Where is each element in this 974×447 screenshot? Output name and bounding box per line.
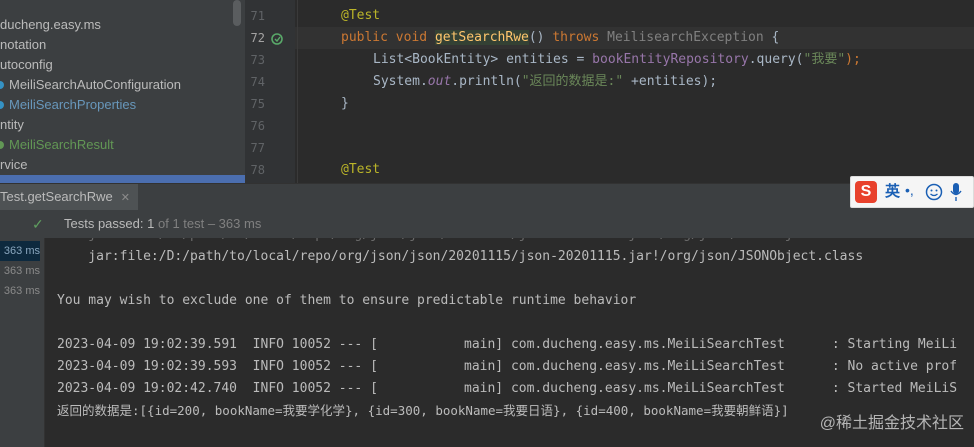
code-line-75: } <box>341 93 349 115</box>
tree-item-label: rvice <box>0 157 28 172</box>
editor-gutter: 71 72 73 74 75 76 77 78 <box>245 0 307 183</box>
tree-item-autoconfiguration[interactable]: MeiliSearchAutoConfiguration <box>0 75 181 95</box>
ime-language-toggle[interactable]: 英 <box>885 181 900 203</box>
code-line-71: @Test <box>341 5 380 27</box>
statement-end: ); <box>845 52 861 67</box>
console-line: 2023-04-09 19:02:39.591 INFO 10052 --- [… <box>57 337 958 352</box>
annotation-text: @Test <box>341 8 381 23</box>
class-icon <box>0 100 4 109</box>
tree-item-entity[interactable]: ntity <box>0 115 24 135</box>
test-status-text: Tests passed: 1 of 1 test – 363 ms <box>64 210 261 238</box>
test-status-bar: ✓ Tests passed: 1 of 1 test – 363 ms <box>0 210 974 239</box>
tree-item-annotation[interactable]: notation <box>0 35 46 55</box>
tree-item-label: MeiliSearchAutoConfiguration <box>9 77 181 92</box>
method-name[interactable]: getSearchRwe <box>434 30 529 45</box>
tree-item-service[interactable]: rvice <box>0 155 27 175</box>
run-test-icon[interactable] <box>271 32 285 46</box>
tree-item-selected[interactable] <box>0 175 245 183</box>
keyword-public: public <box>341 30 388 45</box>
system-class: System. <box>373 74 428 89</box>
annotation-text: @Test <box>341 162 381 177</box>
line-number: 77 <box>250 141 265 155</box>
type-name: List<BookEntity> <box>373 52 499 67</box>
line-number: 78 <box>250 163 265 177</box>
println-call: .println( <box>451 74 522 89</box>
microphone-icon[interactable] <box>949 182 963 202</box>
tree-item-properties[interactable]: MeiliSearchProperties <box>0 95 136 115</box>
line-number-current: 72 <box>250 31 265 45</box>
status-detail: of 1 test – 363 ms <box>157 216 262 231</box>
line-number: 75 <box>250 97 265 111</box>
ime-toolbar: S 英 •, <box>850 176 974 208</box>
string-literal: "我要" <box>803 52 846 67</box>
project-tree: ducheng.easy.ms notation utoconfig Meili… <box>0 0 245 183</box>
indent-guide <box>297 0 298 183</box>
emoji-icon[interactable] <box>925 183 943 201</box>
passed-count: 1 <box>147 216 155 231</box>
test-results-list: 363 ms 363 ms 363 ms <box>0 238 45 447</box>
punctuation-icon[interactable]: •, <box>905 179 914 201</box>
tree-scrollbar[interactable] <box>233 0 241 26</box>
string-literal: "返回的数据是:" <box>521 74 624 89</box>
code-line-73: List<BookEntity> entities = bookEntityRe… <box>373 49 861 71</box>
code-line-78: @Test <box>341 159 380 181</box>
console-line-clipped: jar:file:/D:/path/to/local/repo/org/json… <box>57 238 863 246</box>
tree-item-label: MeiliSearchProperties <box>9 97 137 112</box>
tree-item-package[interactable]: ducheng.easy.ms <box>0 15 101 35</box>
close-brace: } <box>341 96 349 111</box>
console-line: 2023-04-09 19:02:42.740 INFO 10052 --- [… <box>57 381 958 396</box>
assign-op: = <box>576 52 585 67</box>
open-brace: { <box>771 30 780 45</box>
test-time[interactable]: 363 ms <box>0 281 40 301</box>
line-number: 74 <box>250 75 265 89</box>
test-time[interactable]: 363 ms <box>0 261 40 281</box>
line-number: 71 <box>250 9 265 23</box>
method-parens: () <box>528 30 545 45</box>
query-call: .query( <box>748 52 804 67</box>
tab-label: Test.getSearchRwe <box>0 189 113 204</box>
status-label: Tests passed: <box>64 216 144 231</box>
watermark: @稀土掘金技术社区 <box>819 415 964 432</box>
variable-name: entities <box>506 52 569 67</box>
check-icon: ✓ <box>32 216 44 232</box>
console-line: 2023-04-09 19:02:39.593 INFO 10052 --- [… <box>57 359 958 374</box>
console-line: jar:file:/D:/path/to/local/repo/org/json… <box>57 249 864 264</box>
class-icon <box>0 140 4 149</box>
keyword-throws: throws <box>552 30 600 45</box>
tab-run-test[interactable]: Test.getSearchRwe ✕ <box>0 184 138 212</box>
repository-field: bookEntityRepository <box>592 52 749 67</box>
console-line: You may wish to exclude one of them to e… <box>57 293 637 308</box>
close-icon[interactable]: ✕ <box>121 192 130 204</box>
code-editor[interactable]: @Test public void getSearchRwe() throws … <box>295 0 974 183</box>
line-number: 76 <box>250 119 265 133</box>
line-number: 73 <box>250 53 265 67</box>
tree-item-label: ducheng.easy.ms <box>0 17 101 32</box>
test-time[interactable]: 363 ms <box>0 241 40 261</box>
run-tab-bar: Test.getSearchRwe ✕ <box>0 183 974 212</box>
code-line-74: System.out.println("返回的数据是:" +entities); <box>373 71 717 93</box>
tree-item-label: notation <box>0 37 47 52</box>
tree-item-result[interactable]: MeiliSearchResult <box>0 135 114 155</box>
sogou-logo-icon[interactable]: S <box>855 181 877 203</box>
code-line-72: public void getSearchRwe() throws Meilis… <box>295 27 974 49</box>
class-icon <box>0 80 4 89</box>
out-field: out <box>427 74 452 89</box>
keyword-void: void <box>395 30 428 45</box>
println-args: +entities); <box>623 74 718 89</box>
console-line-result: 返回的数据是:[{id=200, bookName=我要学化学}, {id=30… <box>57 403 789 418</box>
tree-item-label: MeiliSearchResult <box>9 137 114 152</box>
exception-name: MeilisearchException <box>607 30 764 45</box>
tree-item-label: ntity <box>0 117 24 132</box>
tree-item-label: utoconfig <box>0 57 53 72</box>
tree-item-autoconfig[interactable]: utoconfig <box>0 55 53 75</box>
